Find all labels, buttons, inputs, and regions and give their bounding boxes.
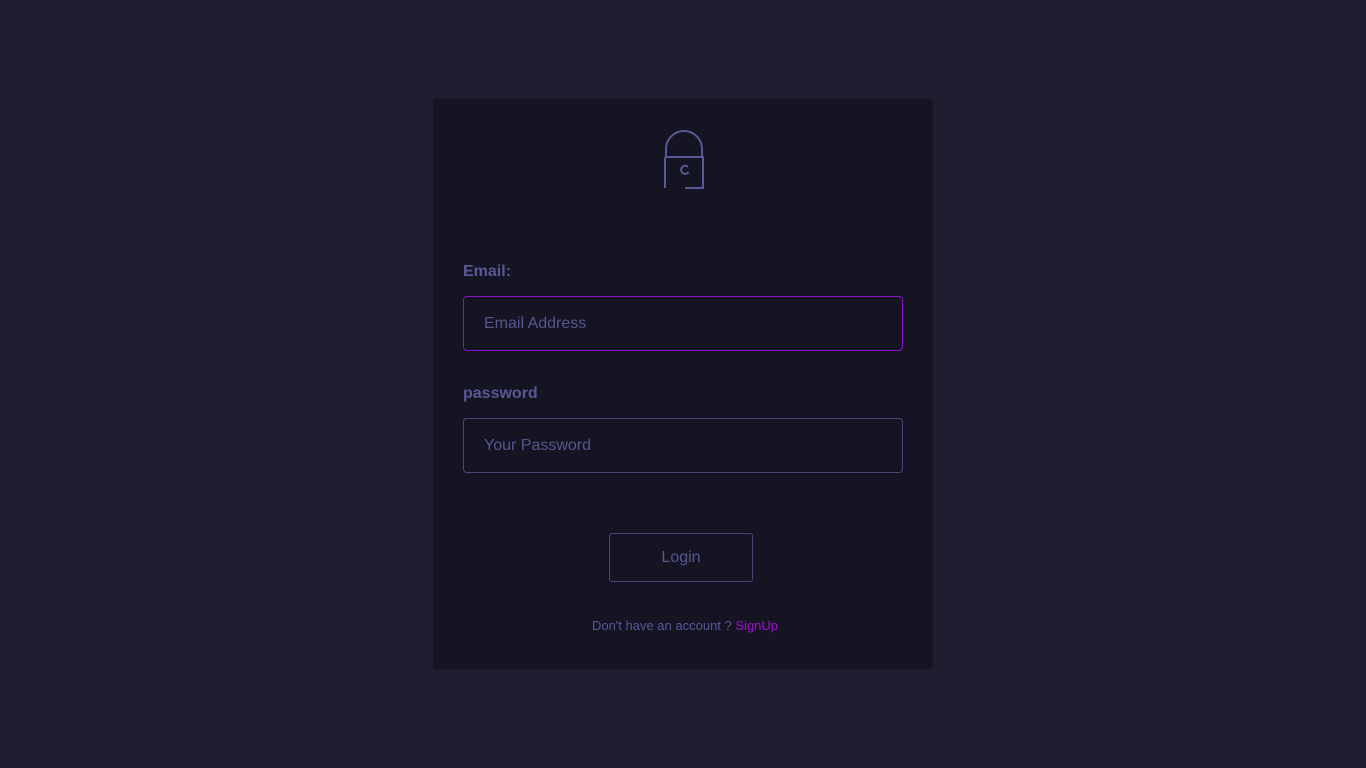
email-field[interactable] bbox=[463, 296, 903, 351]
signup-prompt-text: Don't have an account ? bbox=[591, 618, 732, 633]
signup-link[interactable]: SignUp bbox=[735, 618, 778, 633]
password-label: password bbox=[463, 385, 538, 402]
padlock-icon bbox=[664, 130, 704, 189]
email-label: Email: bbox=[463, 263, 512, 280]
password-field[interactable] bbox=[463, 418, 903, 473]
login-button[interactable]: Login bbox=[609, 533, 753, 582]
login-card: Email: password Login Don't have an acco… bbox=[433, 99, 933, 669]
signup-prompt-line: Don't have an account ? SignUp bbox=[433, 618, 937, 633]
